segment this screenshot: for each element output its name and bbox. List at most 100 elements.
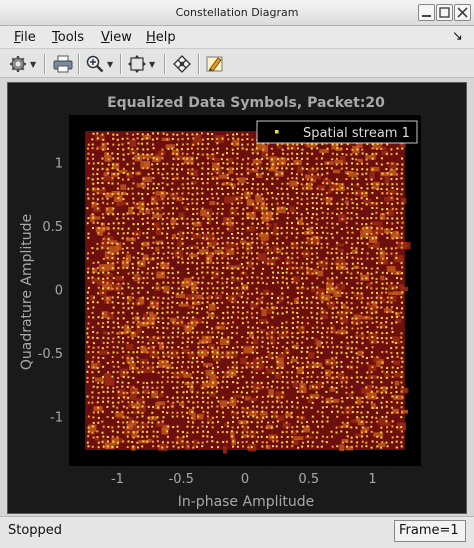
constellation-point bbox=[181, 365, 183, 368]
constellation-point bbox=[336, 213, 338, 216]
menu-view[interactable]: View bbox=[101, 30, 132, 45]
constellation-point bbox=[291, 335, 294, 338]
constellation-point bbox=[326, 216, 329, 219]
constellation-point bbox=[222, 317, 225, 320]
close-button[interactable] bbox=[454, 4, 471, 21]
constellation-point bbox=[221, 426, 224, 428]
constellation-point bbox=[116, 261, 119, 264]
constellation-point bbox=[326, 162, 329, 165]
constellation-point bbox=[242, 271, 245, 274]
constellation-point bbox=[87, 445, 90, 448]
constellation-point bbox=[400, 416, 403, 419]
autoscale-button[interactable] bbox=[173, 53, 191, 75]
constellation-point bbox=[285, 326, 288, 329]
constellation-point bbox=[206, 380, 208, 383]
settings-dropdown-icon[interactable]: ▼ bbox=[30, 60, 36, 69]
constellation-point bbox=[400, 246, 403, 249]
constellation-point bbox=[302, 366, 304, 369]
menu-file[interactable]: File bbox=[14, 30, 36, 45]
zoom-dropdown-icon[interactable]: ▼ bbox=[107, 60, 113, 69]
constellation-point bbox=[391, 287, 394, 290]
constellation-point bbox=[112, 213, 115, 216]
constellation-point bbox=[240, 371, 243, 373]
constellation-point bbox=[151, 386, 154, 389]
constellation-point bbox=[310, 307, 313, 309]
constellation-point bbox=[127, 382, 130, 385]
constellation-point bbox=[221, 291, 224, 294]
legend[interactable]: Spatial stream 1 bbox=[256, 120, 418, 144]
constellation-point bbox=[260, 272, 263, 275]
print-button[interactable] bbox=[53, 53, 73, 75]
dock-arrow-icon[interactable]: ↘ bbox=[452, 29, 463, 44]
constellation-point bbox=[157, 321, 160, 323]
zoom-in-button[interactable]: ▼ bbox=[86, 53, 113, 75]
constellation-point bbox=[391, 406, 394, 409]
constellation-point bbox=[231, 356, 234, 359]
constellation-point bbox=[325, 441, 328, 444]
constellation-point bbox=[365, 172, 368, 175]
constellation-point bbox=[355, 266, 358, 269]
constellation-point bbox=[227, 336, 230, 339]
constellation-point bbox=[106, 416, 109, 418]
constellation-point bbox=[161, 232, 164, 235]
constellation-point bbox=[231, 178, 234, 181]
constellation-point bbox=[156, 256, 159, 259]
constellation-point bbox=[191, 361, 194, 364]
constellation-point bbox=[191, 198, 194, 201]
constellation-point bbox=[141, 197, 144, 200]
settings-button[interactable]: ▼ bbox=[9, 53, 36, 75]
constellation-point bbox=[335, 182, 338, 185]
constellation-point bbox=[331, 222, 334, 225]
constellation-point bbox=[226, 440, 228, 443]
constellation-plot[interactable]: Equalized Data Symbols, Packet:20 -1 -0.5… bbox=[8, 83, 466, 513]
constellation-point bbox=[97, 162, 100, 165]
constellation-point bbox=[147, 246, 150, 249]
y-tick-label: -0.5 bbox=[38, 347, 63, 362]
fit-axes-button[interactable]: ▼ bbox=[128, 53, 155, 75]
constellation-point bbox=[360, 292, 363, 295]
constellation-point bbox=[325, 372, 328, 375]
constellation-point bbox=[117, 322, 119, 325]
constellation-point bbox=[161, 317, 164, 320]
constellation-point bbox=[187, 420, 190, 423]
constellation-point bbox=[390, 262, 393, 265]
constellation-point bbox=[346, 252, 349, 255]
constellation-point bbox=[131, 312, 134, 315]
constellation-point bbox=[141, 365, 144, 368]
constellation-point bbox=[271, 267, 274, 270]
constellation-point bbox=[141, 351, 144, 354]
constellation-point bbox=[356, 162, 359, 165]
constellation-point bbox=[376, 183, 379, 186]
constellation-point bbox=[361, 337, 364, 340]
menu-tools[interactable]: Tools bbox=[52, 30, 84, 45]
constellation-point bbox=[315, 197, 318, 199]
constellation-point bbox=[240, 196, 243, 199]
constellation-point bbox=[146, 236, 149, 239]
constellation-point bbox=[132, 167, 134, 170]
symbol-trail bbox=[139, 206, 145, 214]
constellation-point bbox=[390, 301, 393, 304]
constellation-point bbox=[395, 370, 398, 373]
constellation-point bbox=[340, 281, 343, 284]
constellation-point bbox=[341, 191, 344, 194]
constellation-point bbox=[117, 282, 120, 285]
menu-help[interactable]: Help bbox=[146, 30, 176, 45]
constellation-point bbox=[161, 346, 164, 349]
constellation-point bbox=[171, 441, 174, 444]
fit-axes-dropdown-icon[interactable]: ▼ bbox=[149, 60, 155, 69]
constellation-point bbox=[171, 242, 174, 245]
minimize-button[interactable] bbox=[418, 4, 435, 21]
constellation-point bbox=[296, 267, 299, 270]
constellation-point bbox=[92, 193, 95, 196]
highlight-button[interactable] bbox=[206, 53, 224, 75]
constellation-point bbox=[102, 341, 105, 344]
maximize-button[interactable] bbox=[436, 4, 453, 21]
constellation-point bbox=[341, 421, 344, 424]
constellation-point bbox=[290, 172, 293, 175]
constellation-point bbox=[296, 301, 299, 304]
constellation-point bbox=[101, 157, 104, 160]
constellation-point bbox=[247, 172, 250, 175]
constellation-point bbox=[381, 370, 384, 373]
constellation-point bbox=[351, 391, 354, 394]
constellation-point bbox=[331, 236, 334, 239]
